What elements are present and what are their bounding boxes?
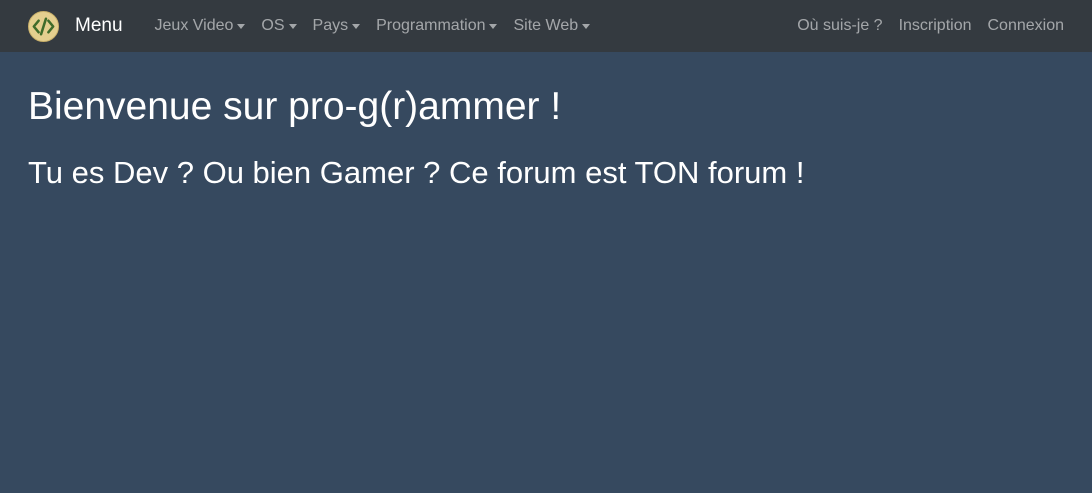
main-content: Bienvenue sur pro-g(r)ammer ! Tu es Dev … [28,84,804,192]
nav-left-group: Jeux Video OS Pays Programmation Site We… [147,0,599,52]
nav-link-inscription[interactable]: Inscription [883,17,972,35]
nav-dropdown-site-web[interactable]: Site Web [505,17,598,35]
nav-link-connexion[interactable]: Connexion [972,17,1065,35]
nav-link-ou-suis-je[interactable]: Où suis-je ? [781,17,882,35]
nav-item-label: OS [261,17,285,34]
page-title: Bienvenue sur pro-g(r)ammer ! [28,85,562,128]
caret-down-icon [288,23,297,29]
brand-label: Menu [75,15,123,36]
nav-dropdown-pays[interactable]: Pays [305,17,369,35]
page-subtitle: Tu es Dev ? Ou bien Gamer ? Ce forum est… [28,155,805,190]
nav-dropdown-programmation[interactable]: Programmation [368,17,505,35]
caret-down-icon [582,23,591,29]
nav-right-group: Où suis-je ? Inscription Connexion [781,0,1064,52]
caret-down-icon [237,23,246,29]
nav-item-label: Site Web [513,17,579,34]
nav-item-label: Jeux Video [154,17,234,34]
navbar-brand[interactable]: Menu [28,10,147,42]
nav-dropdown-os[interactable]: OS [253,17,304,35]
code-brackets-icon [28,10,59,42]
nav-dropdown-jeux-video[interactable]: Jeux Video [147,17,254,35]
top-navbar: Menu Jeux Video OS Pays Programmation Si… [0,0,1092,52]
caret-down-icon [489,23,498,29]
nav-item-label: Programmation [376,17,486,34]
nav-item-label: Pays [312,17,349,34]
caret-down-icon [352,23,361,29]
